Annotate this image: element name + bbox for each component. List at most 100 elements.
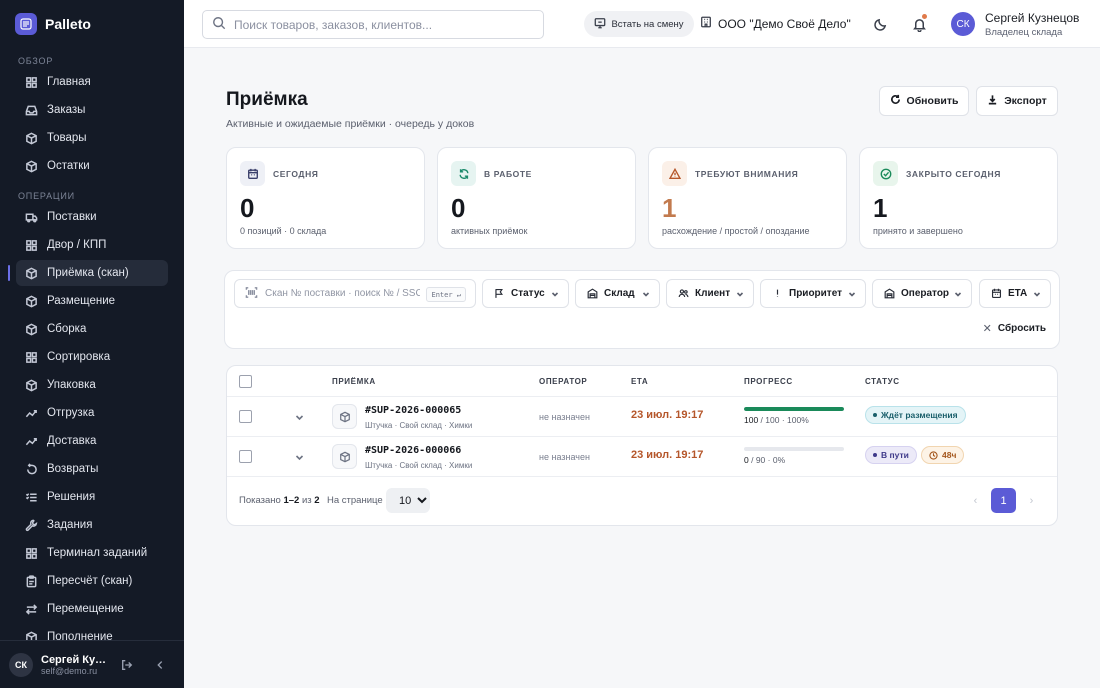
refresh-button[interactable]: Обновить: [879, 86, 969, 116]
sidebar-item-1-1[interactable]: Двор / КПП: [16, 232, 168, 258]
organization-name: ООО "Демо Своё Дело": [718, 16, 851, 31]
inbox-icon: [24, 103, 38, 117]
next-page-button[interactable]: ›: [1019, 488, 1044, 513]
sidebar-item-11-1[interactable]: Задания: [16, 512, 168, 538]
app-logo[interactable]: Palleto: [0, 0, 184, 48]
chevron-down-icon[interactable]: [295, 451, 305, 461]
clock-icon: [929, 450, 938, 460]
sidebar-item-13-1[interactable]: Пересчёт (скан): [16, 568, 168, 594]
prev-page-button[interactable]: ‹: [963, 488, 988, 513]
sidebar-item-2-1[interactable]: Приёмка (скан): [8, 260, 168, 286]
export-label: Экспорт: [1004, 95, 1047, 107]
user-menu[interactable]: Сергей Кузнецов Владелец склада: [985, 11, 1079, 38]
status-badge: Ждёт размещения: [865, 406, 966, 424]
sidebar-item-label: Терминал заданий: [47, 547, 148, 559]
refresh-icon: [451, 161, 476, 186]
per-page-select[interactable]: 10: [386, 488, 430, 513]
logout-icon[interactable]: [119, 657, 135, 673]
progress-percent: 0%: [772, 455, 786, 465]
receiving-meta: Штучка · Свой склад · Химки: [365, 461, 473, 470]
progress-fill: [744, 407, 844, 411]
stat-card[interactable]: ЗАКРЫТО СЕГОДНЯ 1 принято и завершено: [859, 147, 1058, 249]
sidebar: Palleto ОБЗОР Главная Заказы Товары Остатки О…: [0, 0, 184, 688]
notifications-icon[interactable]: [909, 14, 929, 34]
time-badge-label: 48ч: [942, 450, 957, 460]
chevron-down-icon: [954, 290, 962, 298]
filter-button[interactable]: Клиент: [666, 279, 754, 308]
status-label: Ждёт размещения: [881, 410, 958, 420]
stat-card-label: В РАБОТЕ: [484, 169, 532, 179]
sidebar-item-0-1[interactable]: Поставки: [16, 204, 168, 230]
sidebar-item-1-0[interactable]: Заказы: [16, 97, 168, 123]
sidebar-section-title: ОБЗОР: [18, 56, 54, 66]
scan-input[interactable]: [265, 288, 420, 299]
sidebar-item-12-1[interactable]: Терминал заданий: [16, 540, 168, 566]
sidebar-item-label: Сборка: [47, 323, 87, 335]
stat-card[interactable]: ТРЕБУЮТ ВНИМАНИЯ 1 расхождение / простой /…: [648, 147, 847, 249]
grid-icon: [24, 75, 38, 89]
select-all-checkbox[interactable]: [239, 375, 252, 388]
shown-total: 2: [314, 495, 320, 506]
avatar[interactable]: СК: [951, 12, 975, 36]
grid-icon: [24, 546, 38, 560]
sidebar-item-9-1[interactable]: Возвраты: [16, 456, 168, 482]
page-subtitle: Активные и ожидаемые приёмки · очередь у…: [226, 118, 475, 130]
sidebar-item-8-1[interactable]: Доставка: [16, 428, 168, 454]
filter-button-label: Приоритет: [789, 288, 843, 299]
filter-button[interactable]: ETA: [979, 279, 1051, 308]
filter-button[interactable]: Склад: [575, 279, 660, 308]
collapse-sidebar-icon[interactable]: [152, 657, 168, 673]
warehouse-icon: [587, 288, 598, 299]
receiving-id[interactable]: #SUP-2026-000065: [365, 405, 461, 416]
sidebar-item-3-0[interactable]: Остатки: [16, 153, 168, 179]
sidebar-item-label: Двор / КПП: [47, 239, 107, 251]
sidebar-item-7-1[interactable]: Отгрузка: [16, 400, 168, 426]
row-checkbox[interactable]: [239, 410, 252, 423]
sidebar-item-5-1[interactable]: Сортировка: [16, 344, 168, 370]
sidebar-item-label: Сортировка: [47, 351, 111, 363]
sidebar-item-label: Поставки: [47, 211, 97, 223]
chevron-down-icon[interactable]: [295, 411, 305, 421]
box-icon: [24, 131, 38, 145]
filters-panel: Enter ↵ Статус Склад Клиент Приоритет Операт…: [224, 270, 1060, 349]
theme-toggle-icon[interactable]: [870, 14, 890, 34]
search-icon: [212, 16, 226, 33]
table-row[interactable]: #SUP-2026-000066 Штучка · Свой склад · Хи…: [227, 437, 1057, 477]
sidebar-user: СК Сергей Кузнецов self@demo.ru: [0, 640, 184, 688]
sidebar-item-4-1[interactable]: Сборка: [16, 316, 168, 342]
receiving-meta: Штучка · Свой склад · Химки: [365, 421, 473, 430]
row-checkbox[interactable]: [239, 450, 252, 463]
close-icon: ✕: [982, 323, 992, 335]
table-footer: Показано 1–2 из 2 На странице 10 ‹ 1 ›: [227, 478, 1057, 525]
stat-card[interactable]: В РАБОТЕ 0 активных приёмок: [437, 147, 636, 249]
package-icon: [332, 444, 357, 469]
organization-switcher[interactable]: ООО "Демо Своё Дело": [700, 16, 851, 31]
sidebar-item-14-1[interactable]: Перемещение: [16, 596, 168, 622]
search-input[interactable]: [234, 17, 534, 32]
filter-button[interactable]: Приоритет: [760, 279, 866, 308]
sidebar-item-3-1[interactable]: Размещение: [16, 288, 168, 314]
stat-card-caption: расхождение / простой / опоздание: [662, 226, 810, 236]
sidebar-item-10-1[interactable]: Решения: [16, 484, 168, 510]
sidebar-item-label: Задания: [47, 519, 93, 531]
start-shift-label: Встать на смену: [611, 18, 684, 30]
filter-button[interactable]: Статус: [482, 279, 569, 308]
start-shift-button[interactable]: Встать на смену: [584, 11, 694, 37]
page-button-current[interactable]: 1: [991, 488, 1016, 513]
sidebar-item-6-1[interactable]: Упаковка: [16, 372, 168, 398]
table-row[interactable]: #SUP-2026-000065 Штучка · Свой склад · Хи…: [227, 397, 1057, 437]
filter-button-label: Клиент: [695, 288, 731, 299]
progress-text: 0 / 90 · 0%: [744, 455, 786, 465]
sidebar-nav: ОБЗОР Главная Заказы Товары Остатки ОПЕРАЦИИ П…: [0, 54, 184, 650]
reset-filters-button[interactable]: ✕ Сбросить: [983, 322, 1046, 335]
stat-card[interactable]: СЕГОДНЯ 0 0 позиций · 0 склада: [226, 147, 425, 249]
grid-icon: [24, 238, 38, 252]
export-button[interactable]: Экспорт: [976, 86, 1058, 116]
avatar[interactable]: СК: [9, 652, 33, 677]
sidebar-item-0-0[interactable]: Главная: [16, 69, 168, 95]
progress-total: 90: [755, 455, 766, 465]
sidebar-item-2-0[interactable]: Товары: [16, 125, 168, 151]
warehouse-icon: [884, 288, 895, 299]
filter-button[interactable]: Оператор: [872, 279, 972, 308]
receiving-id[interactable]: #SUP-2026-000066: [365, 445, 461, 456]
